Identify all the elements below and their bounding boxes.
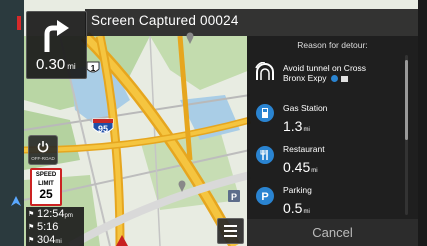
arrival-time-row: ⚑ 12:54pm xyxy=(28,208,73,220)
interstate-shield-95: 95 xyxy=(92,118,114,134)
maneuver-distance-value: 0.30 xyxy=(36,56,66,73)
distance-flag-icon: ⚑ xyxy=(28,237,35,245)
tunnel-line2: Bronx Expy xyxy=(283,73,349,83)
remaining-distance-row: ⚑ 304mi xyxy=(28,234,62,246)
detour-scrollbar-thumb[interactable] xyxy=(405,60,408,140)
title-bar: Screen Captured 00024 xyxy=(85,9,425,36)
speed-limit-value: 25 xyxy=(39,187,53,201)
parking-name: Parking xyxy=(283,185,312,195)
arrival-time: 12:54 xyxy=(37,208,65,220)
restaurant-distance-value: 0.45 xyxy=(283,159,311,175)
maneuver-distance: 0.30 mi xyxy=(36,56,76,73)
traffic-info-icon xyxy=(330,75,338,83)
route-shield-1: 1 xyxy=(86,61,100,73)
tunnel-icon xyxy=(255,62,274,80)
parking-distance-value: 0.5 xyxy=(283,200,303,216)
left-edge-bar xyxy=(0,0,24,246)
tunnel-line2-text: Bronx Expy xyxy=(283,73,327,83)
gas-station-name: Gas Station xyxy=(283,103,328,113)
map-poi-pin-icon xyxy=(186,32,194,44)
parking-distance: 0.5mi xyxy=(283,200,310,216)
gas-station-distance-unit: mi xyxy=(303,127,310,133)
parking-poi-icon: P xyxy=(228,190,240,202)
gas-station-distance-value: 1.3 xyxy=(283,118,303,134)
power-icon xyxy=(37,141,49,153)
speed-limit-line1: SPEED xyxy=(35,172,57,178)
detour-option-parking[interactable]: P Parking 0.5mi xyxy=(247,180,405,220)
svg-text:P: P xyxy=(261,191,268,203)
tunnel-line1: Avoid tunnel on Cross xyxy=(283,63,367,73)
svg-text:P: P xyxy=(231,192,237,202)
remaining-time: 5:16 xyxy=(37,221,59,233)
arrival-suffix: pm xyxy=(64,213,73,219)
location-arrow-icon xyxy=(11,196,21,206)
road-sign-icon xyxy=(341,75,349,82)
restaurant-distance: 0.45mi xyxy=(283,159,318,175)
menu-button[interactable] xyxy=(217,218,244,244)
gas-station-distance: 1.3mi xyxy=(283,118,310,134)
remaining-distance: 304 xyxy=(37,234,56,246)
off-road-label: OFF-ROAD xyxy=(31,156,55,161)
hamburger-icon xyxy=(224,225,237,227)
next-maneuver-box[interactable]: 0.30 mi xyxy=(26,11,87,79)
gas-station-icon xyxy=(256,104,274,122)
restaurant-name: Restaurant xyxy=(283,144,325,154)
speed-limit-sign: SPEED LIMIT 25 xyxy=(30,168,62,206)
flag-icon: ⚑ xyxy=(28,211,35,219)
detour-option-gas-station[interactable]: Gas Station 1.3mi xyxy=(247,98,405,138)
timer-flag-icon: ⚑ xyxy=(28,224,35,232)
map-poi-pin-icon xyxy=(178,180,186,192)
status-marker xyxy=(17,16,21,30)
turn-right-arrow-icon xyxy=(44,20,69,52)
parking-icon: P xyxy=(256,187,274,205)
cancel-button[interactable]: Cancel xyxy=(247,219,418,246)
maneuver-distance-unit: mi xyxy=(67,62,76,71)
navigation-screen: Screen Captured 00024 0.30 mi 1 95 P OFF… xyxy=(0,0,427,246)
restaurant-distance-unit: mi xyxy=(311,168,318,174)
detour-option-restaurant[interactable]: Restaurant 0.45mi xyxy=(247,139,405,179)
parking-distance-unit: mi xyxy=(303,209,310,215)
restaurant-icon xyxy=(256,146,274,164)
screen-title: Screen Captured 00024 xyxy=(91,13,239,28)
interstate-shield-label: 95 xyxy=(98,124,108,134)
remaining-distance-unit: mi xyxy=(55,239,62,245)
right-edge-bar xyxy=(418,0,427,246)
remaining-time-row: ⚑ 5:16 xyxy=(28,221,58,233)
trip-info-panel[interactable]: ⚑ 12:54pm ⚑ 5:16 ⚑ 304mi xyxy=(26,207,84,246)
detour-header: Reason for detour: xyxy=(297,40,368,50)
off-road-button[interactable]: OFF-ROAD xyxy=(28,135,58,165)
route-shield-1-label: 1 xyxy=(91,64,96,73)
detour-panel: Reason for detour: Avoid tunnel on Cross… xyxy=(247,36,418,246)
detour-option-tunnel[interactable]: Avoid tunnel on Cross Bronx Expy xyxy=(247,54,405,94)
